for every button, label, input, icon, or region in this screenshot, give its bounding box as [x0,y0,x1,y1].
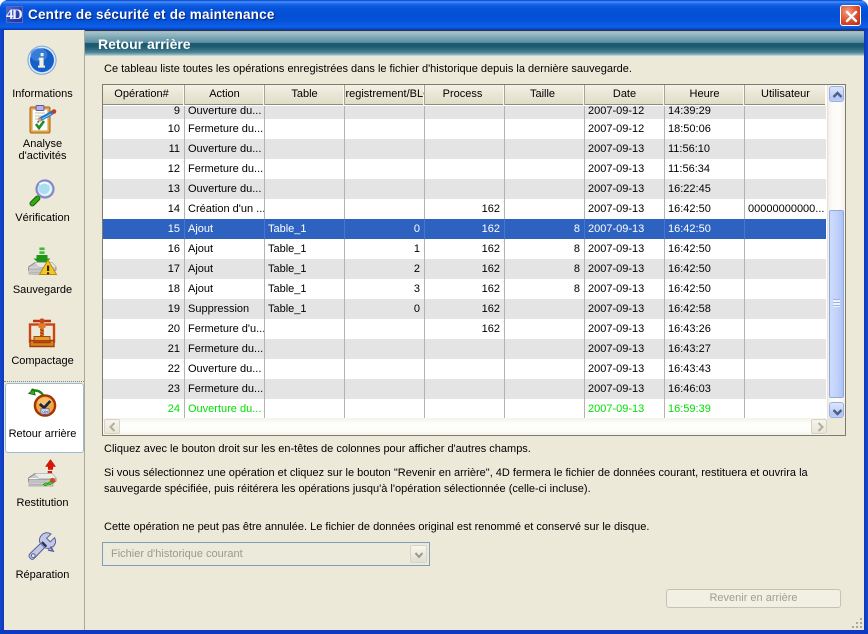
svg-text:ON: ON [42,410,48,414]
